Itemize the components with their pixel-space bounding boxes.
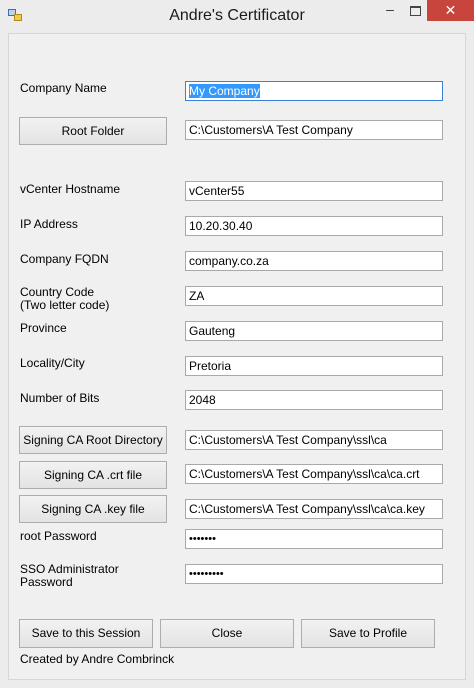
form-area: Company Name My Company Root Folder C:\C… bbox=[8, 33, 466, 680]
ip-address-input[interactable]: 10.20.30.40 bbox=[185, 216, 443, 236]
signing-ca-root-dir-input[interactable]: C:\Customers\A Test Company\ssl\ca bbox=[185, 430, 443, 450]
number-of-bits-label: Number of Bits bbox=[20, 391, 100, 405]
title-bar[interactable]: Andre's Certificator – ✕ bbox=[0, 0, 474, 33]
locality-label: Locality/City bbox=[20, 356, 85, 370]
sso-password-input[interactable]: ••••••••• bbox=[185, 564, 443, 584]
sso-password-label: SSO Administrator Password bbox=[20, 562, 119, 589]
maximize-icon[interactable] bbox=[403, 0, 427, 21]
root-folder-button[interactable]: Root Folder bbox=[19, 117, 167, 145]
vcenter-hostname-input[interactable]: vCenter55 bbox=[185, 181, 443, 201]
credit-label: Created by Andre Combrinck bbox=[20, 652, 175, 666]
signing-ca-crt-button[interactable]: Signing CA .crt file bbox=[19, 461, 167, 489]
company-fqdn-label: Company FQDN bbox=[20, 252, 109, 266]
root-password-input[interactable]: ••••••• bbox=[185, 529, 443, 549]
signing-ca-key-button[interactable]: Signing CA .key file bbox=[19, 495, 167, 523]
province-input[interactable]: Gauteng bbox=[185, 321, 443, 341]
root-password-label: root Password bbox=[20, 529, 97, 543]
app-window: Andre's Certificator – ✕ Company Name My… bbox=[0, 0, 474, 688]
company-fqdn-input[interactable]: company.co.za bbox=[185, 251, 443, 271]
save-profile-button[interactable]: Save to Profile bbox=[301, 619, 435, 648]
vcenter-hostname-label: vCenter Hostname bbox=[20, 182, 121, 196]
close-icon[interactable]: ✕ bbox=[427, 0, 474, 21]
country-code-label: Country Code (Two letter code) bbox=[20, 285, 110, 312]
number-of-bits-input[interactable]: 2048 bbox=[185, 390, 443, 410]
root-folder-input[interactable]: C:\Customers\A Test Company bbox=[185, 120, 443, 140]
company-name-input[interactable]: My Company bbox=[185, 81, 443, 101]
minimize-icon[interactable]: – bbox=[377, 0, 403, 21]
ip-address-label: IP Address bbox=[20, 217, 78, 231]
signing-ca-crt-input[interactable]: C:\Customers\A Test Company\ssl\ca\ca.cr… bbox=[185, 464, 443, 484]
signing-ca-key-input[interactable]: C:\Customers\A Test Company\ssl\ca\ca.ke… bbox=[185, 499, 443, 519]
signing-ca-root-dir-button[interactable]: Signing CA Root Directory bbox=[19, 426, 167, 454]
company-name-value: My Company bbox=[189, 84, 260, 98]
close-button[interactable]: Close bbox=[160, 619, 294, 648]
company-name-label: Company Name bbox=[20, 81, 107, 95]
save-session-button[interactable]: Save to this Session bbox=[19, 619, 153, 648]
country-code-input[interactable]: ZA bbox=[185, 286, 443, 306]
locality-input[interactable]: Pretoria bbox=[185, 356, 443, 376]
province-label: Province bbox=[20, 321, 67, 335]
